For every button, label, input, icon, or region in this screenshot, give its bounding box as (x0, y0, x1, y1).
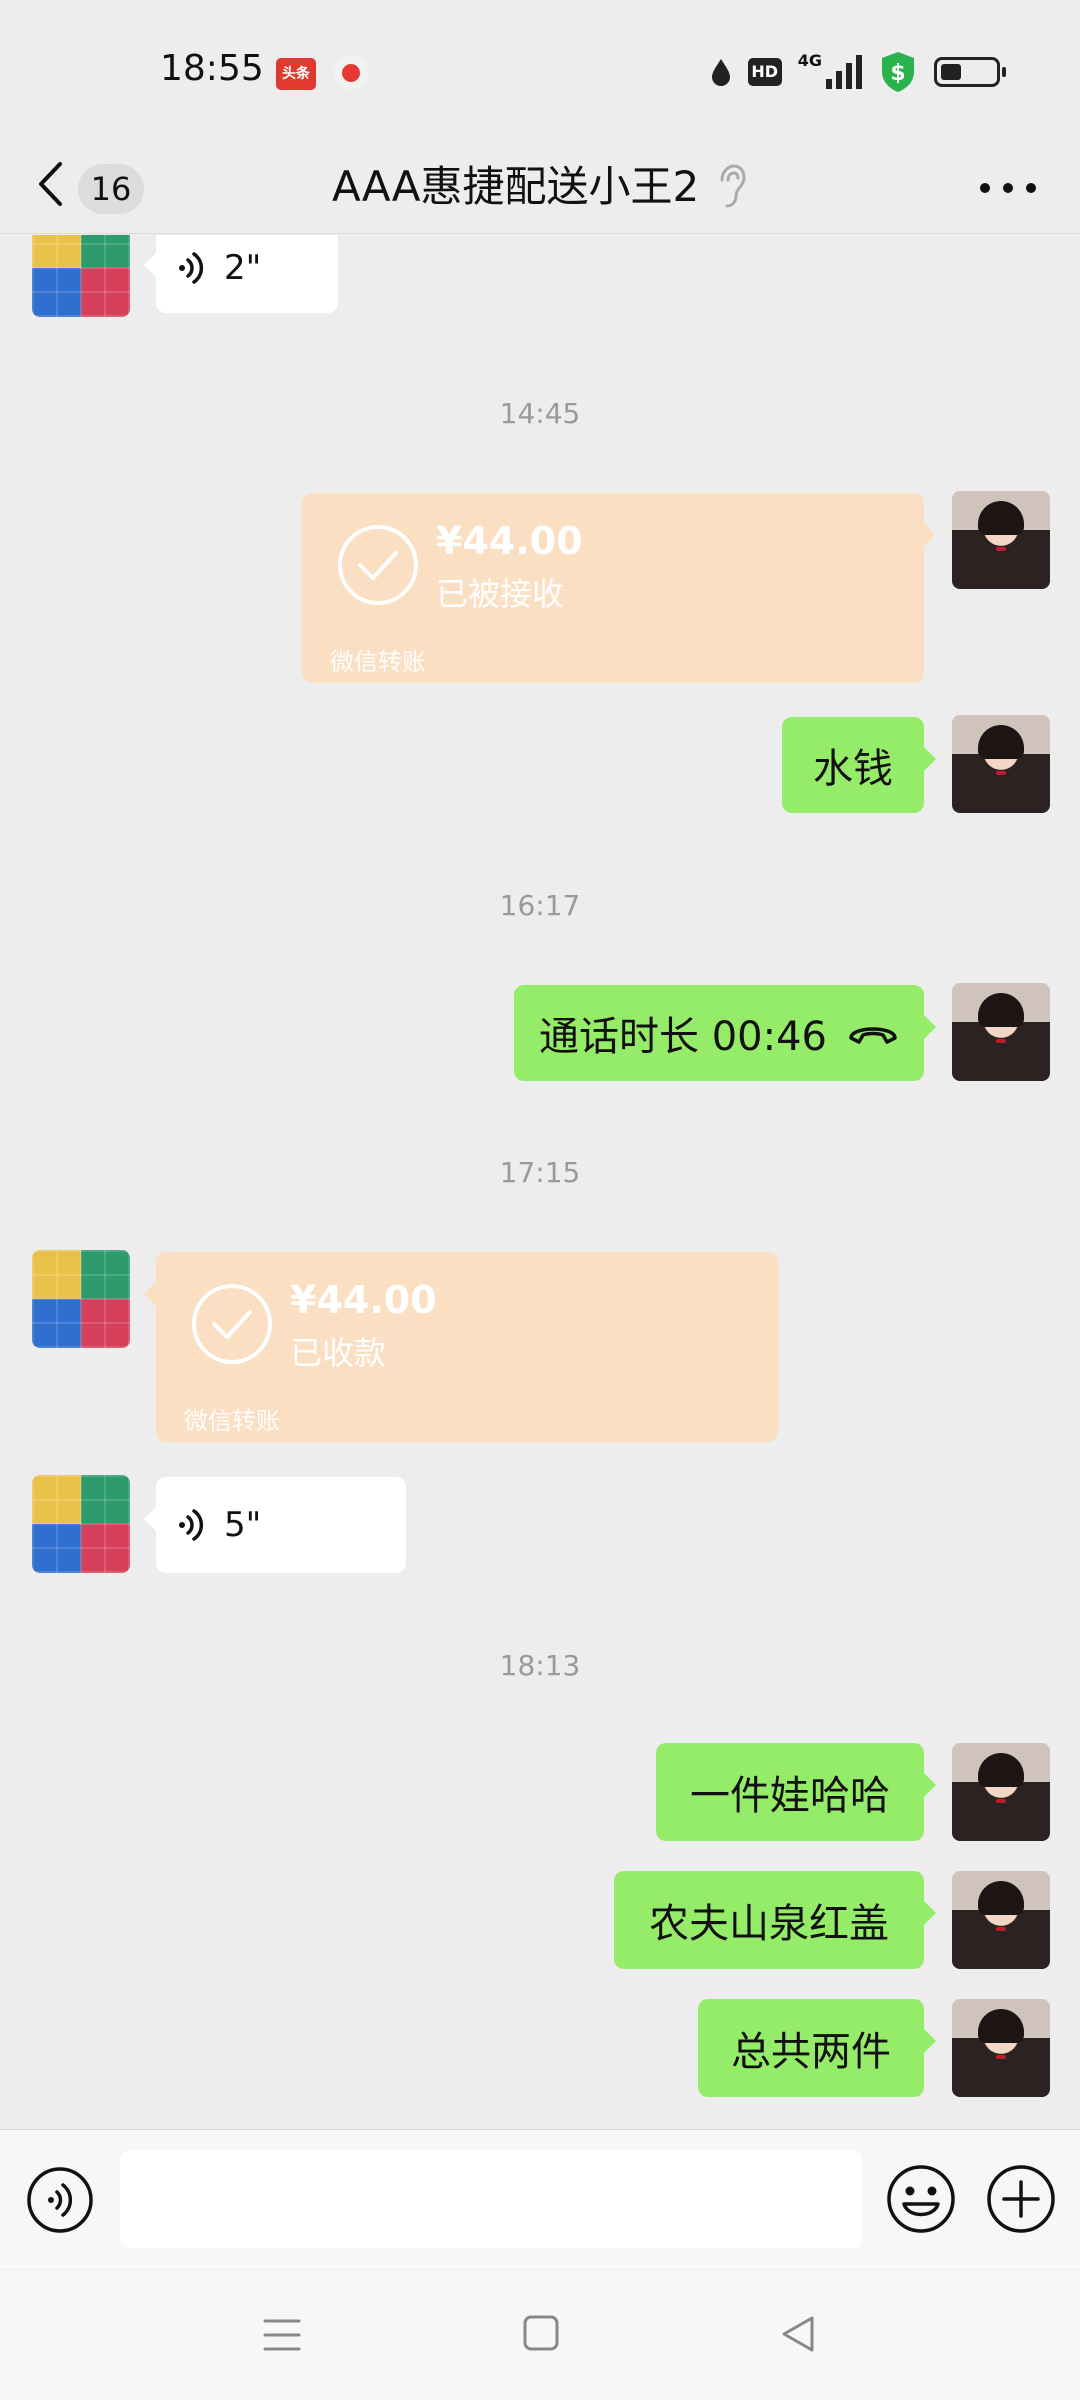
check-circle-icon (192, 1284, 272, 1364)
signal-4g-icon: 4G (798, 51, 862, 89)
status-time: 18:55 (160, 48, 264, 89)
toutiao-app-icon: 头条 (276, 58, 316, 90)
security-shield-icon: $ (882, 52, 914, 92)
voice-message[interactable]: 2" (144, 235, 338, 313)
voice-duration: 2" (224, 248, 262, 288)
plus-icon[interactable] (986, 2164, 1056, 2234)
timestamp: 14:45 (499, 397, 581, 430)
my-avatar[interactable] (952, 1743, 1050, 1841)
water-drop-icon (711, 59, 730, 86)
hd-icon: HD (747, 58, 782, 86)
my-avatar[interactable] (952, 491, 1050, 589)
contact-avatar[interactable] (32, 1475, 130, 1573)
voice-message[interactable]: 5" (144, 1477, 406, 1573)
my-avatar[interactable] (952, 983, 1050, 1081)
transfer-message[interactable]: ¥44.00 已收款 微信转账 (144, 1252, 778, 1442)
back-button[interactable] (36, 152, 72, 216)
text-message[interactable]: 水钱 (782, 717, 936, 813)
voice-duration: 5" (224, 1505, 262, 1545)
chat-title: AAA惠捷配送小王2 (332, 162, 700, 211)
back-triangle-icon[interactable] (780, 2314, 816, 2354)
text-message[interactable]: 一件娃哈哈 (656, 1743, 936, 1841)
text-message[interactable]: 农夫山泉红盖 (614, 1871, 936, 1969)
phone-hangup-icon (849, 1027, 897, 1044)
my-avatar[interactable] (952, 1999, 1050, 2097)
text-message[interactable]: 总共两件 (698, 1999, 936, 2097)
check-circle-icon (338, 525, 418, 605)
transfer-message[interactable]: ¥44.00 已被接收 微信转账 (302, 493, 936, 683)
transfer-amount: ¥44.00 (290, 1278, 437, 1322)
transfer-label: 微信转账 (184, 1407, 280, 1435)
chevron-left-icon (39, 162, 62, 206)
message-input[interactable] (120, 2150, 862, 2248)
status-icons: HD 4G $ (710, 50, 1006, 94)
timestamp: 18:13 (499, 1649, 581, 1682)
my-avatar[interactable] (952, 1871, 1050, 1969)
menu-icon[interactable] (262, 2316, 302, 2354)
timestamp: 17:15 (499, 1156, 581, 1189)
network-type-label: 4G (797, 51, 822, 70)
voice-input-icon[interactable] (26, 2166, 94, 2234)
home-icon[interactable] (522, 2314, 560, 2352)
input-bar (0, 2129, 1080, 2269)
message-list[interactable]: 2" 14:45 ¥44.00 已被接收 微信转账 水钱 16:17 通话时长 … (0, 235, 1080, 2129)
call-duration-text: 通话时长 00:46 (539, 1014, 827, 1060)
transfer-amount: ¥44.00 (436, 519, 583, 563)
my-avatar[interactable] (952, 715, 1050, 813)
message-text: 总共两件 (731, 2029, 891, 2075)
svg-text:$: $ (890, 61, 905, 86)
status-bar: 18:55 头条 HD 4G $ (0, 0, 1080, 140)
timestamp: 16:17 (499, 889, 581, 922)
more-icon[interactable] (980, 170, 1036, 206)
message-text: 农夫山泉红盖 (649, 1901, 889, 1947)
call-message[interactable]: 通话时长 00:46 (514, 985, 936, 1081)
contact-avatar[interactable] (32, 1250, 130, 1348)
message-text: 一件娃哈哈 (690, 1773, 890, 1819)
contact-avatar[interactable] (32, 235, 130, 317)
emoji-icon[interactable] (886, 2164, 956, 2234)
unread-count-badge[interactable]: 16 (78, 164, 144, 214)
transfer-label: 微信转账 (330, 648, 426, 676)
transfer-status: 已被接收 (436, 575, 565, 613)
voice-wave-icon (179, 1509, 204, 1541)
chat-header: 16 AAA惠捷配送小王2 (0, 140, 1080, 234)
transfer-status: 已收款 (290, 1334, 387, 1372)
message-text: 水钱 (813, 746, 893, 792)
system-nav-bar (0, 2270, 1080, 2400)
battery-icon (934, 57, 1006, 87)
voice-wave-icon (179, 252, 204, 284)
earpiece-mode-icon[interactable] (714, 162, 748, 210)
video-app-icon (334, 56, 368, 90)
